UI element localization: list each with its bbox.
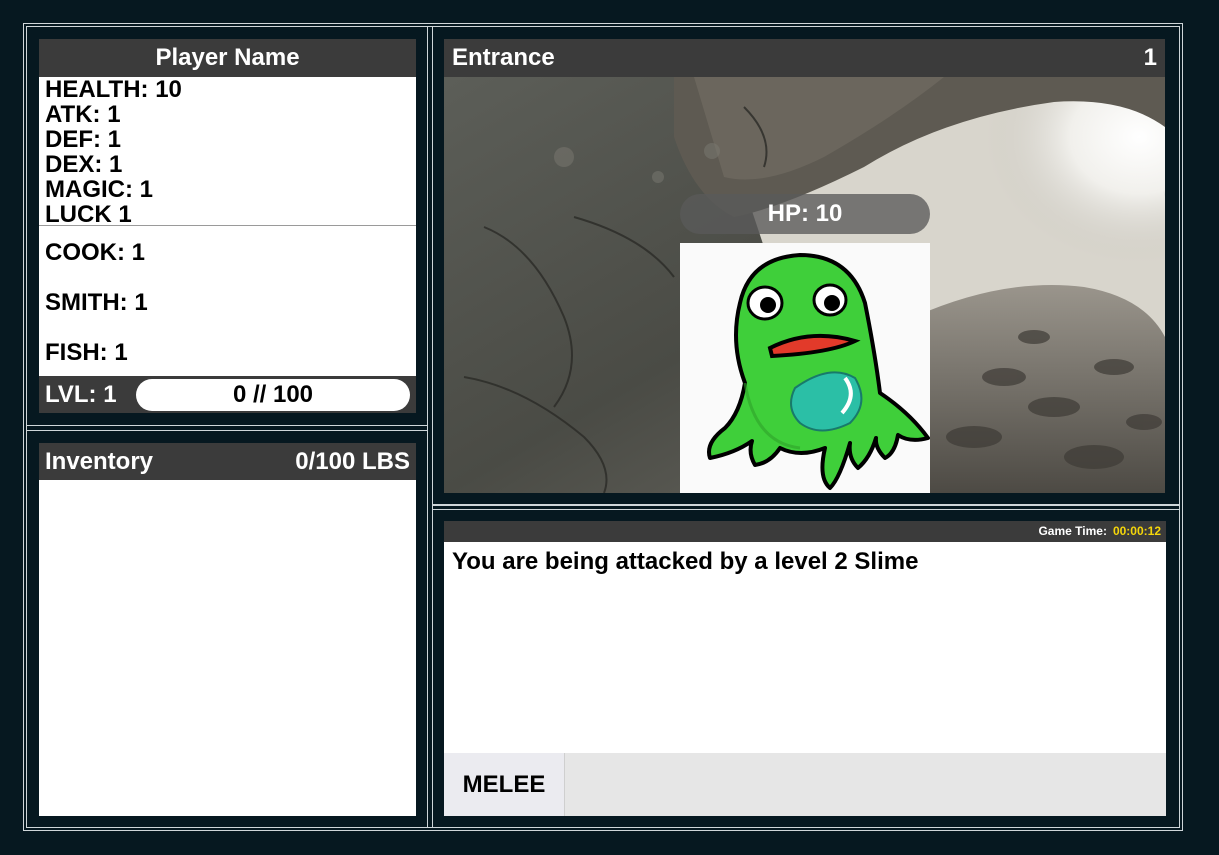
xp-progress: 0 // 100 — [136, 378, 410, 411]
divider — [432, 504, 1180, 506]
game-time-bar: Game Time: 00:00:12 — [444, 521, 1166, 542]
skill-cook: COOK: 1 — [45, 239, 146, 266]
divider — [432, 26, 433, 828]
divider — [427, 26, 428, 828]
level-label: LVL: 1 — [45, 380, 117, 408]
slime-icon — [707, 253, 930, 490]
action-bar: MELEE — [444, 753, 1166, 816]
log-message: You are being attacked by a level 2 Slim… — [452, 548, 919, 575]
location-header: Entrance 1 — [444, 39, 1165, 77]
player-name: Player Name — [39, 39, 416, 77]
stat-atk: ATK: 1 — [45, 101, 121, 128]
game-time-label: Game Time: — [1038, 524, 1107, 538]
stat-magic: MAGIC: 1 — [45, 176, 153, 203]
floor-number: 1 — [1143, 44, 1157, 71]
stat-health: HEALTH: 10 — [45, 76, 182, 103]
game-time-value: 00:00:12 — [1112, 524, 1161, 538]
stats-list: HEALTH: 10 ATK: 1 DEF: 1 DEX: 1 MAGIC: 1… — [39, 76, 416, 228]
location-name: Entrance — [452, 44, 555, 71]
cave-scene: HP: 10 — [444, 77, 1165, 493]
skill-fish: FISH: 1 — [45, 339, 128, 366]
divider — [432, 509, 1180, 510]
enemy-hp: HP: 10 — [680, 194, 930, 234]
location-panel: Entrance 1 HP: 10 — [444, 39, 1165, 493]
level-bar: LVL: 1 0 // 100 — [39, 376, 416, 413]
inventory-panel: Inventory 0/100 LBS — [39, 443, 416, 816]
stat-luck: LUCK 1 — [45, 201, 132, 228]
player-panel: Player Name HEALTH: 10 ATK: 1 DEF: 1 DEX… — [39, 39, 416, 413]
melee-button[interactable]: MELEE — [444, 753, 565, 816]
divider — [26, 430, 427, 431]
stat-def: DEF: 1 — [45, 126, 122, 153]
log-panel: Game Time: 00:00:12 You are being attacke… — [444, 521, 1166, 816]
inventory-title: Inventory — [45, 448, 154, 475]
skills-list: COOK: 1 SMITH: 1 FISH: 1 — [39, 226, 416, 378]
stat-dex: DEX: 1 — [45, 151, 123, 178]
inventory-weight: 0/100 LBS — [295, 448, 410, 475]
skill-smith: SMITH: 1 — [45, 289, 148, 316]
divider — [26, 425, 427, 426]
enemy-portrait[interactable] — [680, 243, 930, 493]
inventory-header: Inventory 0/100 LBS — [39, 443, 416, 480]
